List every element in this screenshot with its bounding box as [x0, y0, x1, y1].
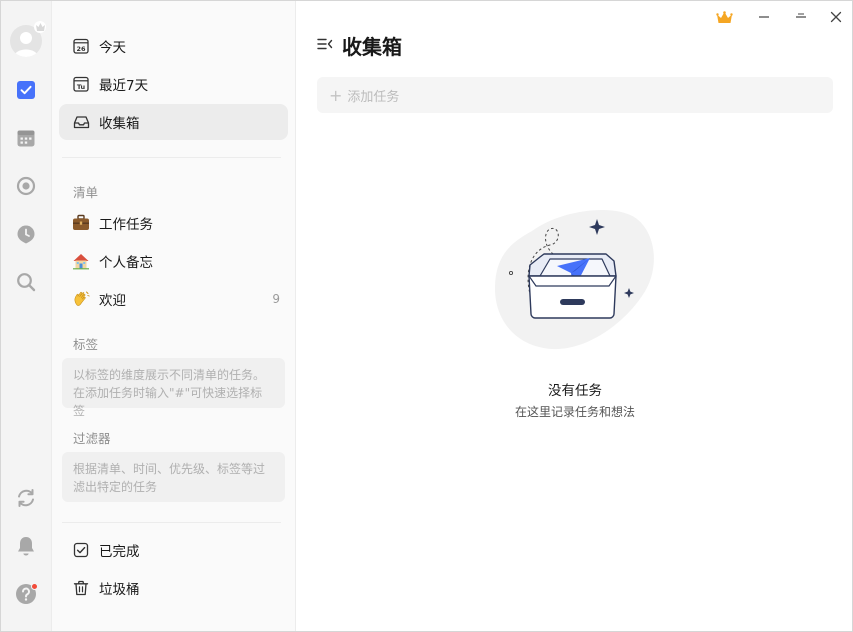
main-panel: 收集箱 + 添加任务 没有任务 在这里记录任务和想法 — [297, 1, 853, 631]
briefcase-emoji-icon — [72, 214, 90, 232]
trash-icon — [72, 579, 90, 597]
search-icon[interactable] — [14, 270, 38, 294]
notification-dot — [31, 583, 38, 590]
toggle-sidebar-icon[interactable] — [317, 36, 333, 56]
icon-rail — [1, 1, 52, 631]
sidebar-item-label: 今天 — [99, 40, 126, 56]
empty-state-subtitle: 在这里记录任务和想法 — [514, 405, 635, 419]
lists-heading: 清单 — [73, 185, 99, 200]
empty-state-title: 没有任务 — [548, 383, 602, 399]
inbox-icon — [72, 113, 90, 131]
sidebar-item-welcome[interactable]: 欢迎 9 — [59, 281, 288, 317]
sync-icon[interactable] — [14, 486, 38, 510]
checkbox-done-icon — [72, 541, 90, 559]
sidebar-item-today[interactable]: 26 今天 — [59, 28, 288, 64]
task-checkbox-icon[interactable] — [14, 78, 38, 102]
sidebar-item-label: 欢迎 — [99, 293, 126, 309]
sidebar-item-personal-memo[interactable]: 个人备忘 — [59, 243, 288, 279]
sidebar-item-trash[interactable]: 垃圾桶 — [59, 570, 288, 606]
empty-inbox-illustration — [492, 201, 667, 356]
app-window: 26 今天 Tu 最近7天 收集箱 清单 工作任务 个人备忘 欢迎 9 标签 以… — [0, 0, 853, 632]
add-task-input[interactable]: + 添加任务 — [317, 77, 833, 113]
divider — [62, 522, 281, 523]
premium-crown-icon[interactable] — [713, 7, 735, 27]
calendar-icon[interactable] — [14, 126, 38, 150]
premium-badge-icon — [34, 21, 46, 33]
sidebar-item-label: 垃圾桶 — [99, 582, 140, 598]
waving-hand-emoji-icon — [72, 290, 90, 308]
svg-text:26: 26 — [76, 45, 86, 53]
sidebar-item-label: 已完成 — [99, 544, 140, 560]
calendar-26-icon: 26 — [72, 37, 90, 55]
sidebar-item-completed[interactable]: 已完成 — [59, 532, 288, 568]
bell-icon[interactable] — [14, 534, 38, 558]
sidebar-item-label: 收集箱 — [99, 116, 140, 132]
add-task-placeholder: 添加任务 — [347, 89, 400, 105]
svg-text:Tu: Tu — [77, 83, 86, 91]
sidebar-item-label: 工作任务 — [99, 217, 153, 233]
tags-hint: 以标签的维度展示不同清单的任务。在添加任务时输入"#"可快速选择标签 — [62, 358, 285, 418]
divider — [62, 157, 281, 158]
habit-icon[interactable] — [14, 222, 38, 246]
sidebar: 26 今天 Tu 最近7天 收集箱 清单 工作任务 个人备忘 欢迎 9 标签 以… — [52, 1, 296, 631]
sidebar-item-label: 个人备忘 — [99, 255, 153, 271]
filters-heading: 过滤器 — [73, 431, 111, 446]
task-count-badge: 9 — [272, 292, 280, 306]
page-title: 收集箱 — [342, 35, 402, 59]
close-icon[interactable] — [825, 7, 847, 27]
plus-icon: + — [329, 85, 343, 105]
sidebar-item-next-7-days[interactable]: Tu 最近7天 — [59, 66, 288, 102]
filters-hint: 根据清单、时间、优先级、标签等过滤出特定的任务 — [62, 452, 285, 502]
page-header: 收集箱 — [317, 31, 402, 60]
focus-icon[interactable] — [14, 174, 38, 198]
sidebar-item-label: 最近7天 — [99, 78, 149, 94]
sidebar-item-work-tasks[interactable]: 工作任务 — [59, 205, 288, 241]
house-emoji-icon — [72, 252, 90, 270]
tags-heading: 标签 — [73, 337, 99, 352]
sidebar-item-inbox[interactable]: 收集箱 — [59, 104, 288, 140]
minimize-icon[interactable] — [753, 7, 775, 27]
maximize-icon[interactable] — [790, 7, 812, 27]
calendar-tu-icon: Tu — [72, 75, 90, 93]
